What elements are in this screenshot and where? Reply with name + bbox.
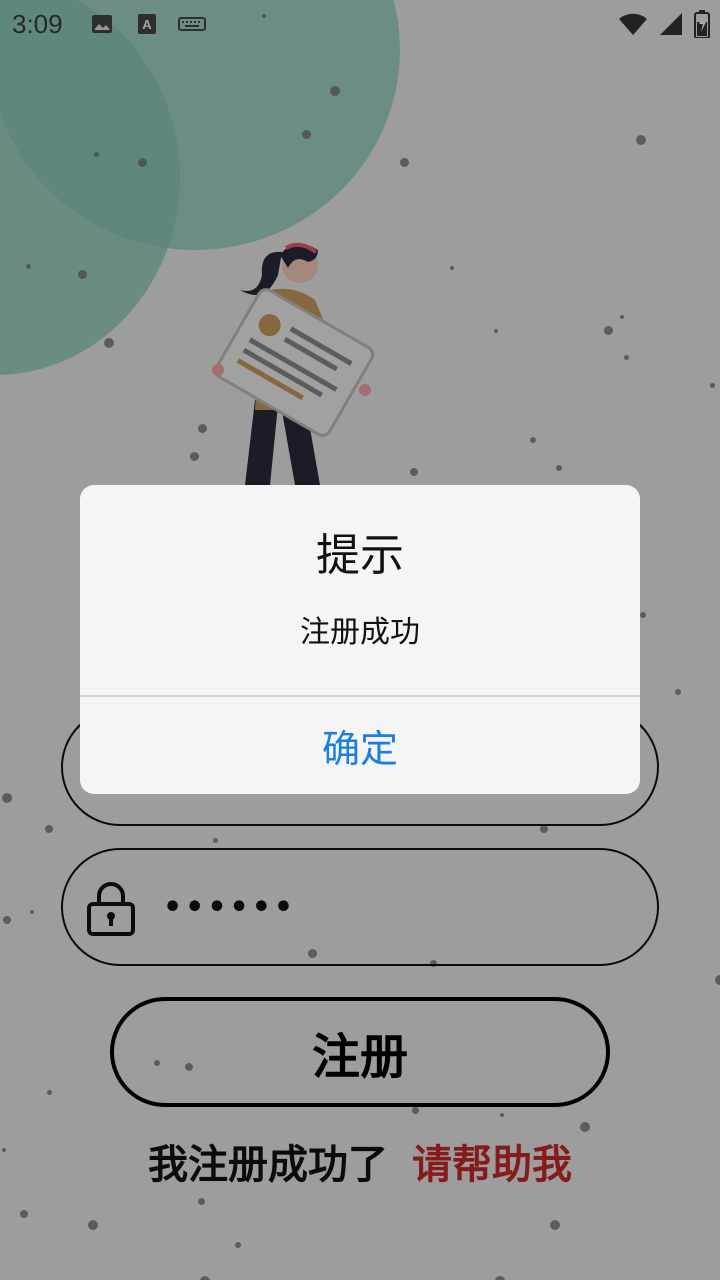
dialog-ok-button[interactable]: 确定 bbox=[80, 697, 640, 794]
alert-dialog: 提示 注册成功 确定 bbox=[80, 485, 640, 794]
dialog-title: 提示 bbox=[316, 530, 404, 581]
register-screen: 3:09 A •••••• 注册 我注册成功了 请帮助我 提示 注册成功 确定 bbox=[0, 0, 720, 1280]
dialog-message: 注册成功 bbox=[300, 615, 420, 650]
